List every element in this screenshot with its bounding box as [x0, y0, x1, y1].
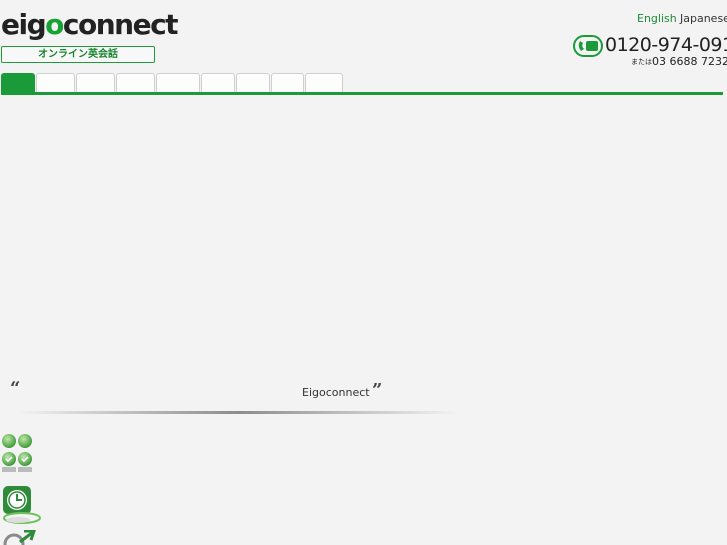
quote-open-mark: “: [10, 378, 21, 399]
phone-alt: または03 6688 7232: [631, 55, 727, 69]
nav-underline: [1, 92, 723, 95]
logo-part1: eig: [1, 8, 47, 41]
logo-part2: o: [45, 8, 64, 41]
green-dots-check-icon: [2, 434, 32, 472]
arrow-icon: [3, 530, 36, 545]
logo[interactable]: eigoconnect: [1, 8, 179, 42]
quote-text: Eigoconnect: [302, 386, 370, 399]
phone-alt-prefix: または: [631, 58, 652, 66]
nav-tab-9[interactable]: [305, 73, 343, 92]
language-english-link[interactable]: English: [637, 12, 677, 25]
nav-tab-7[interactable]: [236, 73, 270, 92]
nav-tab-8[interactable]: [271, 73, 304, 92]
phone-number: 0120-974-091: [605, 34, 727, 56]
clock-icon: [3, 486, 41, 524]
language-japanese-link[interactable]: Japanese: [680, 12, 727, 25]
nav-tab-1[interactable]: [1, 73, 35, 92]
quote-close-mark: ”: [372, 380, 383, 401]
free-dial-phone-icon: [573, 35, 603, 57]
nav-tab-4[interactable]: [116, 73, 155, 92]
logo-part3: connect: [62, 8, 179, 41]
nav-tab-5[interactable]: [156, 73, 200, 92]
nav-tab-3[interactable]: [76, 73, 115, 92]
quote-divider: [18, 411, 458, 414]
nav-tab-2[interactable]: [36, 73, 75, 92]
phone-alt-number: 03 6688 7232: [652, 55, 727, 68]
tagline: オンライン英会話: [1, 46, 155, 63]
nav-tab-6[interactable]: [201, 73, 235, 92]
